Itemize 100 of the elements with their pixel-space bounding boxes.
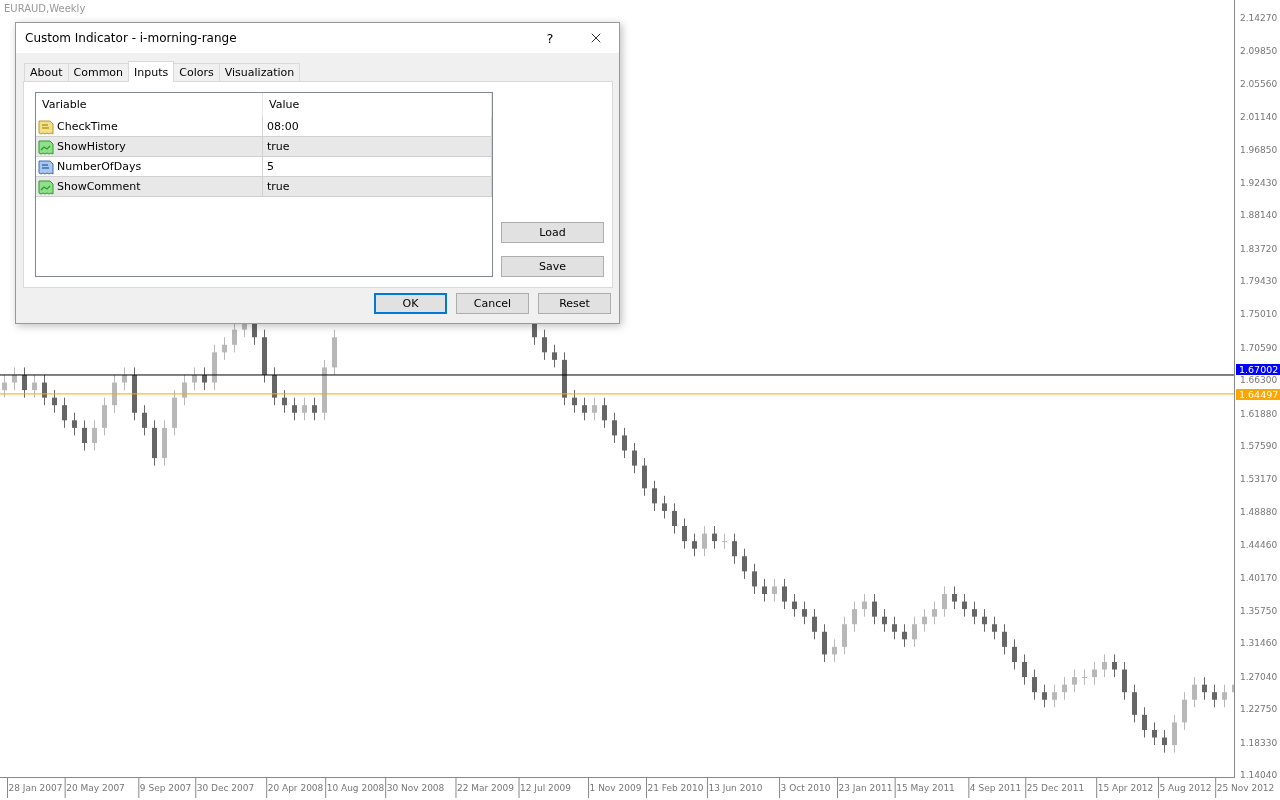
candle xyxy=(1002,623,1007,655)
variable-cell[interactable]: NumberOfDays xyxy=(36,157,263,177)
candle xyxy=(1212,684,1217,708)
dialog-title: Custom Indicator - i-morning-range xyxy=(25,31,238,45)
candle xyxy=(22,366,27,399)
candle xyxy=(1192,676,1197,708)
variable-cell[interactable]: ShowComment xyxy=(36,177,263,197)
price-axis-label: 2.14270 xyxy=(1240,12,1278,23)
price-axis-label: 2.01140 xyxy=(1240,112,1278,123)
candle xyxy=(1092,661,1097,686)
candle xyxy=(902,623,907,648)
candle xyxy=(312,397,317,421)
date-axis-label: 13 Jun 2010 xyxy=(706,778,763,798)
candle xyxy=(142,404,147,436)
price-axis-label: 2.05560 xyxy=(1240,78,1278,89)
price-axis-label: 1.75010 xyxy=(1240,309,1278,320)
candle xyxy=(732,533,737,565)
candle xyxy=(1172,714,1177,754)
variable-name: ShowHistory xyxy=(57,139,126,155)
chart-title: EURAUD,Weekly xyxy=(4,3,86,14)
value-cell[interactable]: 5 xyxy=(263,157,492,177)
candle xyxy=(212,344,217,391)
candle xyxy=(1162,729,1167,754)
price-axis-label: 1.14040 xyxy=(1240,769,1278,780)
side-button[interactable]: Load xyxy=(501,222,604,243)
tab[interactable]: About xyxy=(24,63,69,81)
candle xyxy=(1202,676,1207,701)
date-axis-label: 20 Apr 2008 xyxy=(265,778,324,798)
candle xyxy=(582,397,587,421)
date-axis-label: 4 Sep 2011 xyxy=(967,778,1022,798)
candle xyxy=(922,608,927,633)
date-axis-label: 22 Mar 2009 xyxy=(454,778,515,798)
date-axis-label: 15 May 2011 xyxy=(894,778,955,798)
candle xyxy=(92,419,97,451)
price-axis-label: 2.09850 xyxy=(1240,46,1278,57)
price-axis-label: 1.18330 xyxy=(1240,737,1278,748)
candle xyxy=(682,518,687,550)
candle xyxy=(322,359,327,421)
dialog-button[interactable]: Reset xyxy=(538,293,611,314)
candle xyxy=(332,329,337,376)
date-axis-label: 5 Aug 2012 xyxy=(1157,778,1212,798)
candle xyxy=(822,623,827,663)
value-cell[interactable]: true xyxy=(263,137,492,157)
date-axis-label: 20 May 2007 xyxy=(64,778,125,798)
candle xyxy=(942,585,947,618)
candle xyxy=(652,480,657,512)
candle xyxy=(172,389,177,436)
candle xyxy=(52,389,57,414)
candle xyxy=(762,578,767,603)
price-axis-label: 1.79430 xyxy=(1240,276,1278,287)
date-axis-label: 25 Dec 2011 xyxy=(1024,778,1085,798)
candle xyxy=(2,374,7,399)
candle xyxy=(202,366,207,391)
candle xyxy=(1062,676,1067,701)
candle xyxy=(112,374,117,414)
price-axis-label: 1.40170 xyxy=(1240,572,1278,583)
dialog-button[interactable]: Cancel xyxy=(456,293,529,314)
price-axis-label: 1.70590 xyxy=(1240,342,1278,353)
variable-name: ShowComment xyxy=(57,179,141,195)
candle xyxy=(132,366,137,421)
value-cell[interactable]: true xyxy=(263,177,492,197)
string-type-icon xyxy=(38,118,54,135)
price-axis-label: 1.44460 xyxy=(1240,540,1278,551)
date-axis-label: 1 Nov 2009 xyxy=(587,778,642,798)
candle xyxy=(222,336,227,361)
candle xyxy=(752,563,757,595)
candle xyxy=(262,329,267,384)
candle xyxy=(792,593,797,618)
candle xyxy=(62,397,67,429)
candle xyxy=(302,397,307,421)
candle xyxy=(982,608,987,633)
candle xyxy=(662,495,667,519)
tab[interactable]: Visualization xyxy=(218,63,301,81)
int-type-icon xyxy=(38,158,54,175)
candle xyxy=(692,533,697,557)
price-axis-label: 1.22750 xyxy=(1240,704,1278,715)
price-axis-label: 1.61880 xyxy=(1240,408,1278,419)
candle xyxy=(992,616,997,640)
price-axis-label: 1.83720 xyxy=(1240,243,1278,254)
value-cell[interactable]: 08:00 xyxy=(263,117,492,137)
candle xyxy=(832,638,837,663)
candle xyxy=(622,427,627,459)
candle xyxy=(1182,691,1187,731)
candle xyxy=(282,389,287,414)
dialog-button[interactable]: OK xyxy=(374,293,447,314)
candle xyxy=(82,419,87,451)
date-axis-label: 25 Nov 2012 xyxy=(1214,778,1275,798)
candle xyxy=(722,533,727,550)
candle xyxy=(1152,721,1157,746)
price-tag: 1.67002 xyxy=(1236,363,1280,375)
candle xyxy=(642,457,647,497)
candle xyxy=(162,419,167,467)
price-axis-label: 1.57590 xyxy=(1240,441,1278,452)
tab[interactable]: Inputs xyxy=(128,61,175,82)
variable-cell[interactable]: CheckTime xyxy=(36,117,263,137)
candle xyxy=(592,397,597,421)
candle xyxy=(782,578,787,610)
candle xyxy=(1032,669,1037,701)
variable-cell[interactable]: ShowHistory xyxy=(36,137,263,157)
side-button[interactable]: Save xyxy=(501,256,604,277)
